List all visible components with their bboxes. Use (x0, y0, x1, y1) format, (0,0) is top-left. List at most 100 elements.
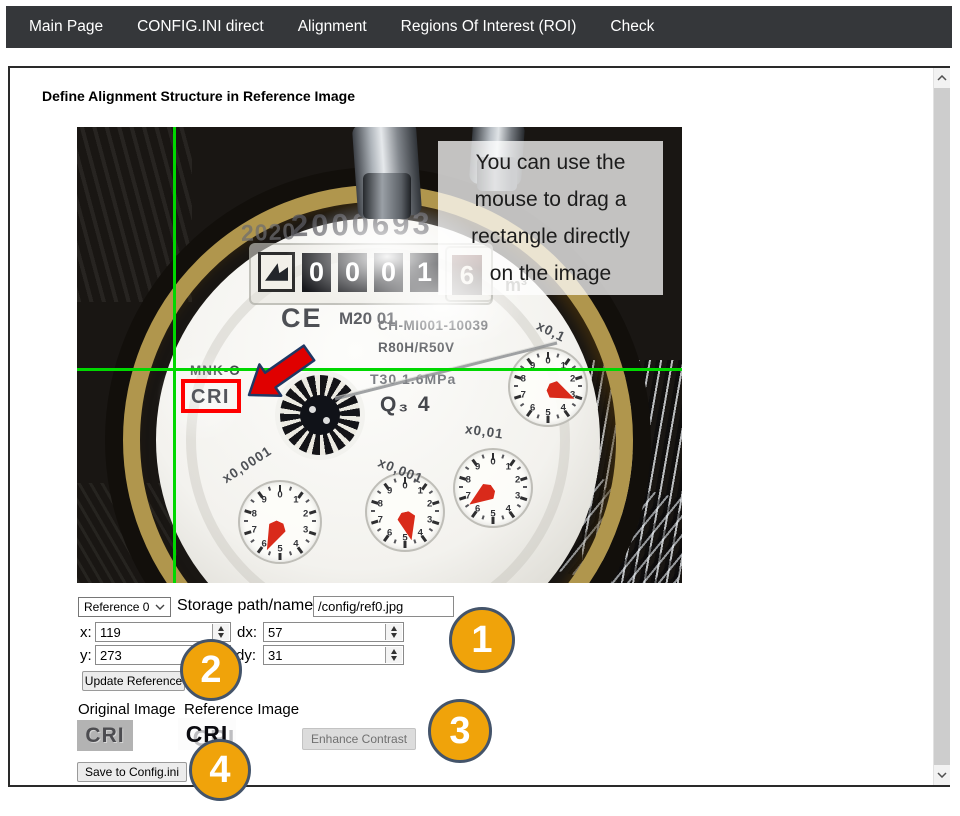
original-image-thumbnail: CRI (77, 720, 133, 751)
alignment-crosshair-horizontal (77, 368, 682, 371)
x-label: x: (80, 624, 92, 641)
dial-digit: 6 (475, 504, 480, 515)
dial-digit: 0 (402, 481, 407, 492)
save-to-config-button[interactable]: Save to Config.ini (77, 762, 187, 782)
nav-item-config-ini-direct[interactable]: CONFIG.INI direct (120, 18, 281, 36)
counter-digit: 1 (410, 253, 439, 292)
nav-item-alignment[interactable]: Alignment (281, 18, 384, 36)
temp-pressure-code: T30 1.6MPa (370, 371, 456, 387)
dial-digit: 7 (466, 491, 471, 502)
metal-clip (363, 173, 411, 219)
enhance-contrast-button[interactable]: Enhance Contrast (302, 728, 416, 750)
counter-digit: 0 (302, 253, 331, 292)
dial-digit: 2 (303, 508, 308, 519)
dial-digit: 9 (261, 495, 266, 506)
dial-digit: 1 (418, 486, 423, 497)
dial-digit: 2 (427, 499, 432, 510)
reference-select-value: Reference 0 (84, 600, 149, 614)
dial-digit: 0 (277, 490, 282, 501)
dial-digit: 3 (515, 491, 520, 502)
dial-digit: 4 (293, 538, 298, 549)
callout-circle-3: 3 (428, 699, 492, 763)
meter-dial-0001: 012 34567 89 (365, 472, 445, 552)
callout-circle-1: 1 (449, 607, 515, 673)
content-frame: Define Alignment Structure in Reference … (8, 66, 950, 787)
update-reference-button[interactable]: Update Reference (82, 671, 185, 691)
drag-hint-line: mouse to drag a (438, 181, 663, 218)
dial-digit: 5 (402, 533, 407, 544)
dial-digit: 8 (378, 499, 383, 510)
top-navbar: Main PageCONFIG.INI directAlignmentRegio… (6, 6, 952, 48)
dial-digit: 3 (303, 525, 308, 536)
dial-digit: 0 (545, 356, 550, 367)
chevron-up-icon (937, 75, 947, 81)
ce-mark: CE (281, 303, 323, 334)
dial-digit: 7 (521, 390, 526, 401)
vertical-scrollbar[interactable] (933, 68, 950, 785)
dx-spinner[interactable] (385, 624, 402, 640)
dial-digit: 9 (387, 486, 392, 497)
dial-digit: 4 (418, 528, 423, 539)
dial-digit: 6 (530, 403, 535, 414)
dial-digit: 9 (475, 462, 480, 473)
meter-pictogram-icon (258, 252, 295, 292)
dial-digit: 1 (506, 462, 511, 473)
original-image-label: Original Image (78, 701, 176, 718)
nav-item-check[interactable]: Check (593, 18, 671, 36)
y-label: y: (80, 647, 92, 664)
dial-digit: 1 (293, 495, 298, 506)
drag-hint-line: on the image (438, 255, 663, 292)
dial-digit: 0 (490, 457, 495, 468)
meter-dial-01: 0123456789 (508, 347, 588, 427)
chevron-down-icon (937, 772, 947, 778)
dx-input[interactable]: 57 (263, 622, 404, 642)
meter-dial-00001: 0123456789 (238, 480, 322, 564)
scrollbar-thumb[interactable] (934, 88, 950, 765)
dial-digit: 3 (570, 390, 575, 401)
scroll-down-button[interactable] (934, 765, 950, 785)
alignment-roi-rectangle[interactable]: CRI (181, 379, 241, 413)
callout-circle-4: 4 (189, 739, 251, 801)
dial-digit: 7 (378, 515, 383, 526)
dy-input[interactable]: 31 (263, 645, 404, 665)
cri-structure-text: CRI (191, 386, 230, 409)
q3-label: Q₃ 4 (380, 393, 432, 417)
alignment-crosshair-vertical (173, 127, 176, 583)
dial-digit: 8 (252, 508, 257, 519)
dial-digit: 5 (545, 408, 550, 419)
page-title: Define Alignment Structure in Reference … (42, 88, 355, 104)
scroll-up-button[interactable] (934, 68, 950, 88)
storage-path-input[interactable]: /config/ref0.jpg (313, 596, 454, 617)
dial-digit: 8 (521, 374, 526, 385)
drag-hint-line: rectangle directly (438, 218, 663, 255)
rating-code: R80H/R50V (378, 340, 455, 355)
counter-digit: 0 (338, 253, 367, 292)
x-spinner[interactable] (212, 624, 229, 640)
drag-hint-line: You can use the (438, 144, 663, 181)
dial-digit: 5 (277, 544, 282, 555)
dial-digit: 6 (387, 528, 392, 539)
reference-image-label: Reference Image (184, 701, 299, 718)
dial-digit: 4 (561, 403, 566, 414)
dial-digit: 4 (506, 504, 511, 515)
chevron-down-icon (155, 604, 165, 610)
nav-item-main-page[interactable]: Main Page (12, 18, 120, 36)
reference-image-canvas[interactable]: 2020 2000693 0001 6 m³ CE M20 01 CH-MI00… (77, 127, 682, 583)
dial-digit: 2 (515, 475, 520, 486)
dial-digit: 6 (261, 538, 266, 549)
dial-digit: 8 (466, 475, 471, 486)
model-code: CH-MI001-10039 (378, 318, 489, 333)
app: Main PageCONFIG.INI directAlignmentRegio… (0, 0, 960, 816)
reference-select[interactable]: Reference 0 (78, 597, 171, 617)
meter-dial-001: 012 34567 89 (453, 448, 533, 528)
counter-digit: 0 (374, 253, 403, 292)
dx-label: dx: (237, 624, 257, 641)
star-wheel-hub (300, 395, 340, 435)
dial-digit: 5 (490, 509, 495, 520)
dial-digit: 2 (570, 374, 575, 385)
storage-path-label: Storage path/name: (177, 597, 318, 615)
callout-circle-2: 2 (180, 639, 242, 701)
nav-item-regions-of-interest-roi-[interactable]: Regions Of Interest (ROI) (384, 18, 594, 36)
dy-spinner[interactable] (385, 647, 402, 663)
dial-digit: 3 (427, 515, 432, 526)
